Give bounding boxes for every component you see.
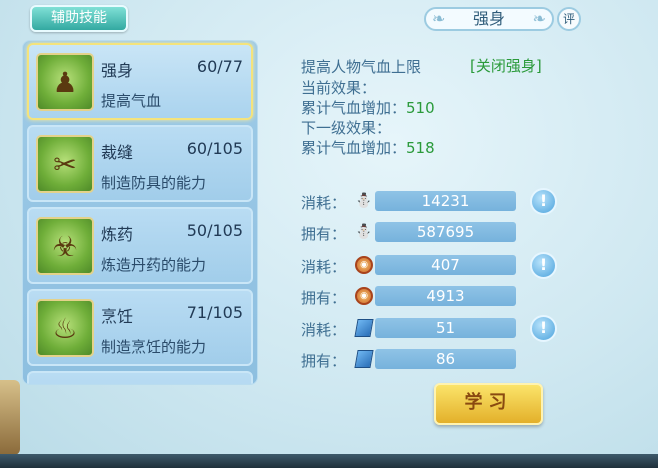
next-stat-label: 累计气血增加：	[301, 139, 407, 157]
silver-info-button[interactable]: !	[530, 188, 557, 215]
badge-icon: ◉	[353, 286, 375, 306]
skill-desc: 制造防具的能力	[101, 174, 207, 192]
comment-button[interactable]: 评	[557, 7, 581, 31]
skill-list[interactable]: ♟ 强身 60/77 提高气血 ✂ 裁缝 60/105 制造防具的能力 ☣ 炼药…	[22, 40, 258, 385]
skill-item-alchemy[interactable]: ☣ 炼药 50/105 炼造丹药的能力	[27, 207, 253, 284]
book-icon	[353, 349, 375, 369]
skill-level: 60/105	[186, 139, 243, 158]
owned-label: 拥有：	[301, 289, 347, 307]
skill-level: 50/105	[186, 221, 243, 240]
cost-value-bar: 407	[375, 255, 516, 275]
next-stat-value: 518	[406, 139, 435, 157]
learn-button[interactable]: 学习	[434, 383, 543, 425]
skill-name: 裁缝	[101, 143, 134, 162]
book-icon	[353, 318, 375, 338]
current-stat-value: 510	[406, 99, 435, 117]
skill-title-bar: ❧ 强身 ❧	[424, 7, 554, 31]
skill-level: 71/105	[186, 303, 243, 322]
badge-info-button[interactable]: !	[530, 252, 557, 279]
skill-title: 强身	[472, 9, 505, 28]
scissors-icon: ✂	[36, 135, 94, 193]
next-effect-label: 下一级效果：	[301, 119, 392, 137]
skill-name: 炼药	[101, 225, 134, 244]
current-stat-label: 累计气血增加：	[301, 99, 407, 117]
scene-decoration	[0, 380, 20, 455]
curl-right-icon: ❧	[532, 9, 546, 28]
silver-icon: ⛄	[355, 224, 373, 240]
badge-icon: ◉	[353, 255, 375, 275]
skill-item-cooking[interactable]: ♨ 烹饪 71/105 制造烹饪的能力	[27, 289, 253, 366]
bottom-strip	[0, 454, 658, 468]
skill-desc: 提高气血	[101, 92, 162, 110]
cauldron-icon: ☣	[36, 217, 94, 275]
skill-name: 强身	[101, 61, 134, 80]
book-info-button[interactable]: !	[530, 315, 557, 342]
next-effect-line: 累计气血增加：518	[301, 137, 435, 158]
owned-label: 拥有：	[301, 225, 347, 243]
skill-name: 烹饪	[101, 307, 134, 326]
muscleman-icon: ♟	[36, 53, 94, 111]
cost-value-bar: 14231	[375, 191, 516, 211]
tab-auxiliary-skills[interactable]: 辅助技能	[30, 5, 128, 32]
curl-left-icon: ❧	[432, 9, 446, 28]
skill-item-partial[interactable]	[27, 371, 253, 384]
cost-value-bar: 51	[375, 318, 516, 338]
owned-value-bar: 4913	[375, 286, 516, 306]
owned-value-bar: 86	[375, 349, 516, 369]
drumstick-icon: ♨	[36, 299, 94, 357]
effect-description: 提高人物气血上限	[301, 58, 422, 76]
skill-item-strength[interactable]: ♟ 强身 60/77 提高气血	[27, 43, 253, 120]
cost-label: 消耗：	[301, 321, 347, 339]
skill-level: 60/77	[196, 57, 243, 76]
close-strength-link[interactable]: [关闭强身]	[470, 55, 542, 76]
owned-value-bar: 587695	[375, 222, 516, 242]
owned-label: 拥有：	[301, 352, 347, 370]
skill-desc: 炼造丹药的能力	[101, 256, 207, 274]
cost-label: 消耗：	[301, 258, 347, 276]
current-effect-label: 当前效果：	[301, 79, 377, 97]
current-effect-line: 累计气血增加：510	[301, 97, 435, 118]
skill-item-tailoring[interactable]: ✂ 裁缝 60/105 制造防具的能力	[27, 125, 253, 202]
silver-icon: ⛄	[355, 193, 373, 209]
cost-label: 消耗：	[301, 194, 347, 212]
skill-desc: 制造烹饪的能力	[101, 338, 207, 356]
